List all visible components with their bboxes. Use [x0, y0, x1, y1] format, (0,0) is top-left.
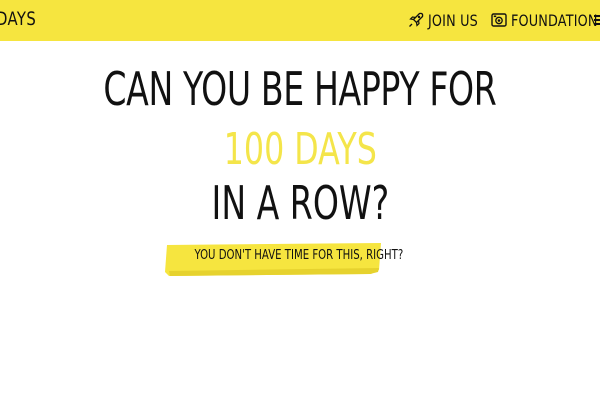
nav-foundation-link[interactable]: FOUNDATION: [490, 9, 600, 31]
nav-foundation-label: FOUNDATION: [511, 10, 598, 30]
top-bar: DAYS JOIN US FOUNDATION: [0, 0, 600, 41]
cta-label: YOU DON'T HAVE TIME FOR THIS, RIGHT?: [194, 248, 404, 263]
hero-headline-line1: CAN YOU BE HAPPY FOR: [103, 62, 497, 116]
camera-icon: [490, 11, 508, 29]
hero-headline-accent: 100 DAYS: [223, 124, 377, 175]
cta-button[interactable]: YOU DON'T HAVE TIME FOR THIS, RIGHT?: [165, 243, 404, 276]
brand-logo-text[interactable]: DAYS: [0, 8, 36, 30]
nav-join-us-label: JOIN US: [428, 10, 478, 30]
menu-icon[interactable]: [594, 9, 600, 31]
rocket-icon: [407, 11, 425, 29]
hero-headline-line3: IN A ROW?: [211, 176, 389, 230]
nav-join-us-link[interactable]: JOIN US: [407, 9, 490, 31]
